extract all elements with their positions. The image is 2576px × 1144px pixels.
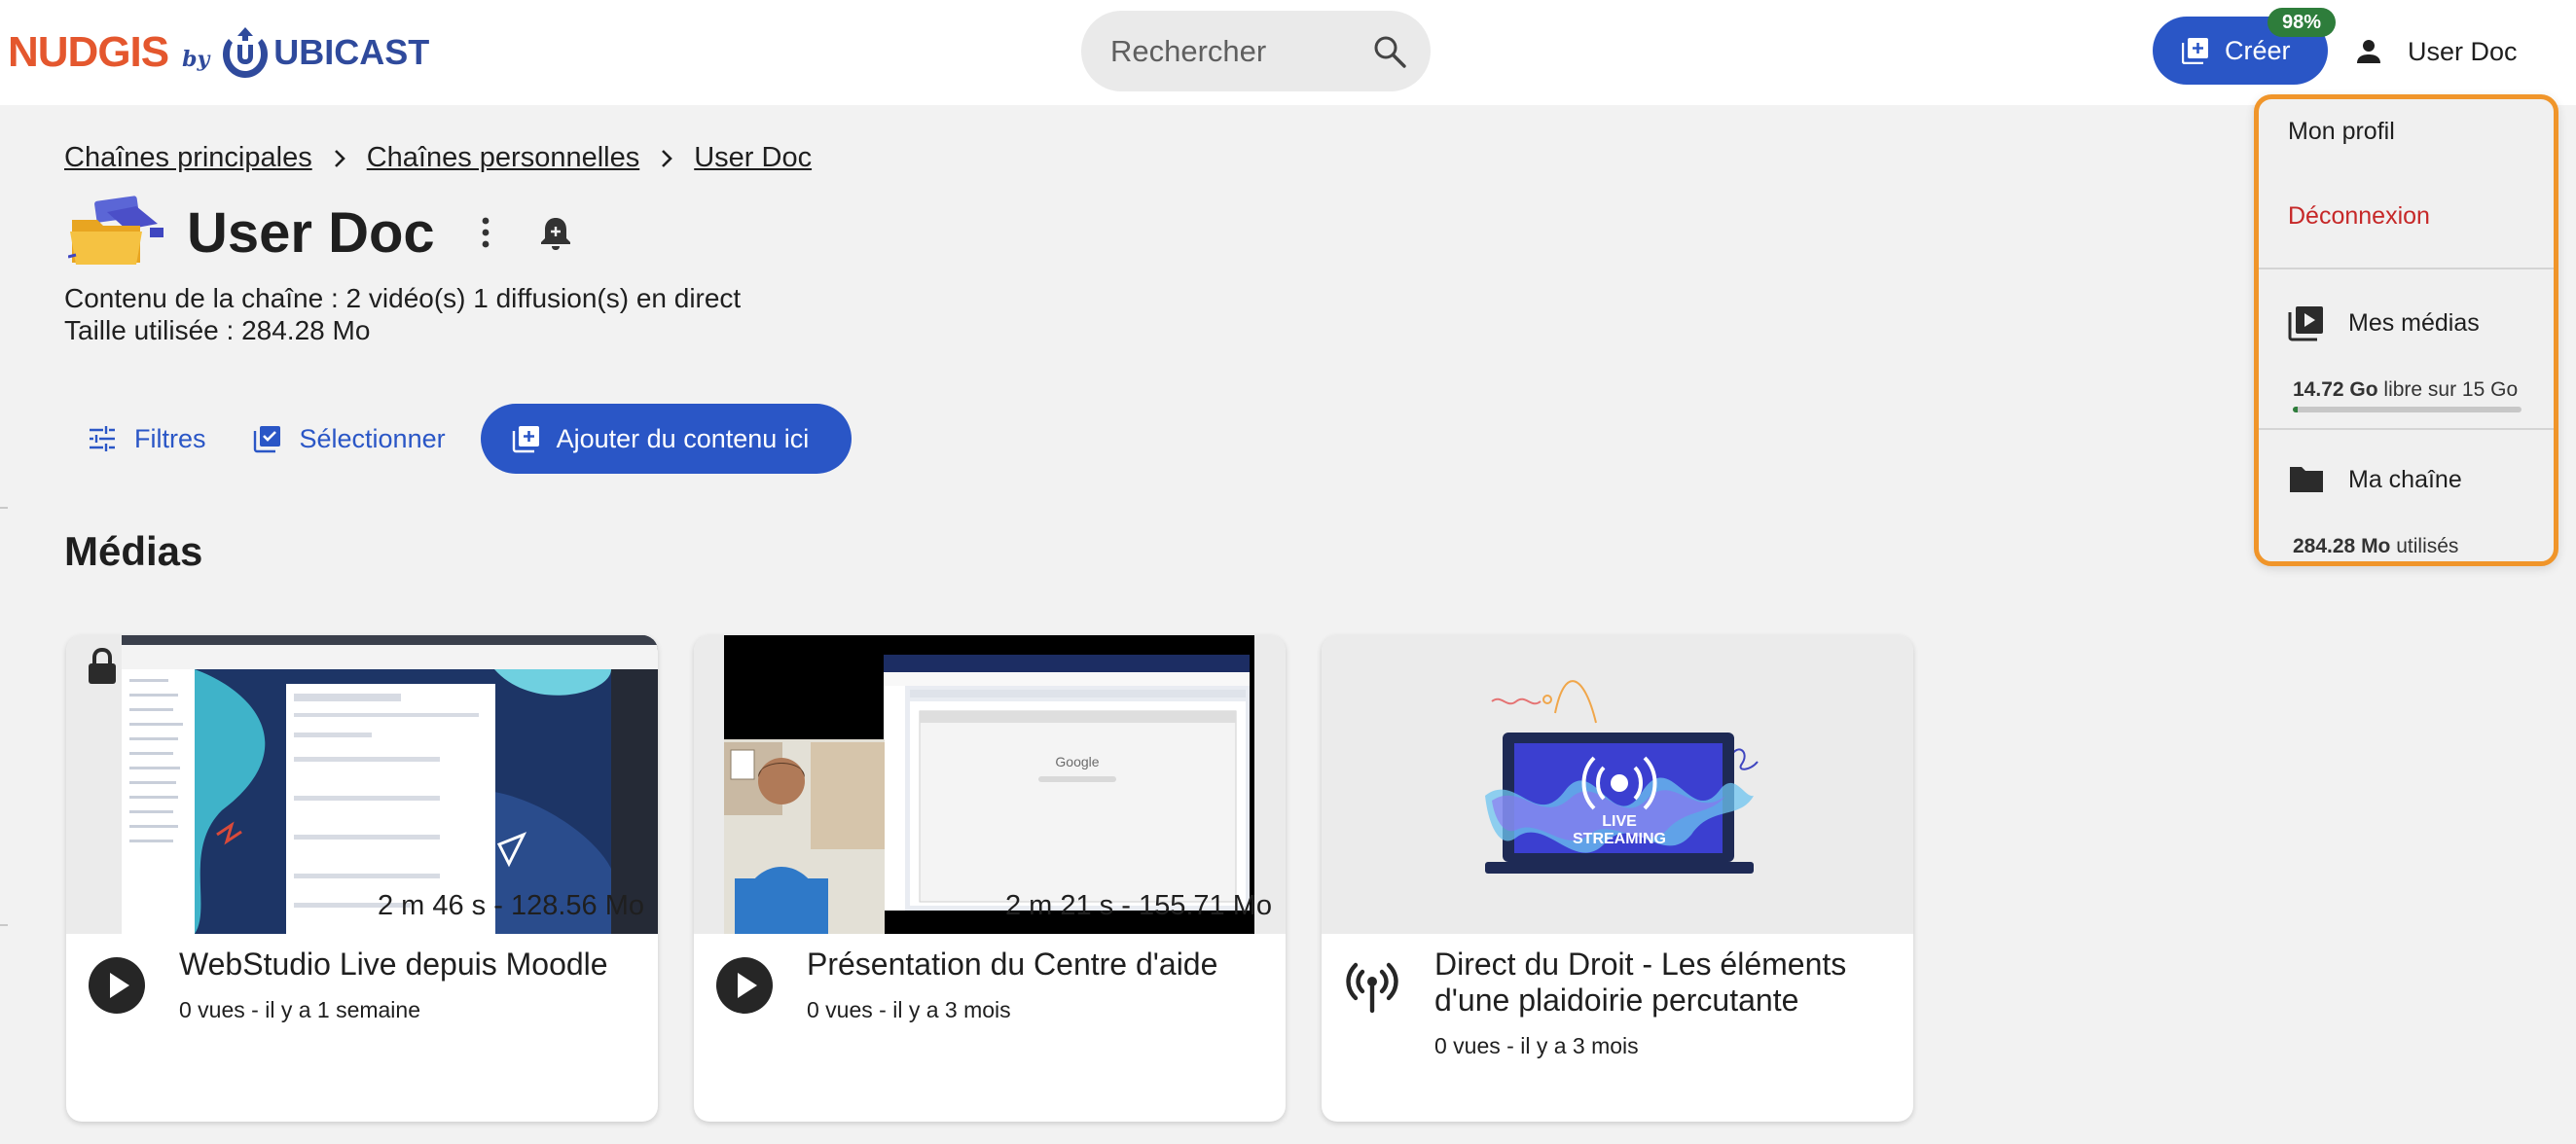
add-content-label: Ajouter du contenu ici (556, 423, 810, 453)
logo-by: by (182, 47, 210, 72)
screen-recording-thumbnail (66, 635, 658, 934)
menu-item-logout[interactable]: Déconnexion (2259, 202, 2554, 231)
media-quota-suffix: libre sur 15 Go (2377, 378, 2519, 401)
media-meta: 0 vues - il y a 3 mois (1434, 1033, 1639, 1058)
menu-item-my-channel[interactable]: Ma chaîne (2288, 461, 2462, 498)
ubicast-mark-icon (223, 27, 269, 78)
channel-actions: Filtres Sélectionner Ajouter du contenu … (64, 404, 853, 474)
media-quota-text: 14.72 Go libre sur 15 Go (2293, 378, 2518, 402)
media-quota-bar (2293, 407, 2522, 412)
media-meta: 0 vues - il y a 3 mois (807, 997, 1011, 1022)
my-media-label: Mes médias (2348, 308, 2480, 337)
media-thumbnail[interactable]: Google 2 m 21 s - 155.71 Mo (694, 635, 1286, 934)
menu-divider (2259, 428, 2554, 430)
channel-usage-value: 284.28 Mo (2293, 535, 2391, 557)
media-title[interactable]: Présentation du Centre d'aide (807, 947, 1264, 983)
folder-icon (2290, 467, 2323, 492)
add-box-icon (512, 426, 539, 453)
video-library-icon (2288, 306, 2323, 341)
menu-divider (2259, 268, 2554, 269)
media-thumbnail[interactable]: 2 m 46 s - 128.56 Mo (66, 635, 658, 934)
media-quota-value: 14.72 Go (2293, 378, 2378, 401)
user-dropdown-menu: Mon profil Déconnexion Mes médias 14.72 … (2254, 94, 2558, 566)
media-card[interactable]: LIVE STREAMING Direct du Droit - Les élé… (1322, 635, 1913, 1122)
page-title: User Doc (187, 200, 435, 265)
quota-badge: 98% (2268, 8, 2336, 37)
help-center-thumbnail: Google (694, 635, 1286, 934)
user-menu-button[interactable]: User Doc (2353, 25, 2518, 78)
play-icon[interactable] (715, 956, 774, 1015)
nudgis-logo[interactable]: NUDGIS by UBICAST (8, 23, 429, 82)
media-title[interactable]: WebStudio Live depuis Moodle (179, 947, 636, 983)
menu-item-profile[interactable]: Mon profil (2259, 118, 2554, 146)
select-label: Sélectionner (299, 423, 446, 453)
chevron-right-icon (662, 149, 673, 167)
logo-brand: NUDGIS (8, 28, 169, 76)
svg-text:STREAMING: STREAMING (1573, 831, 1666, 847)
search-icon[interactable] (1372, 34, 1407, 69)
media-duration: 2 m 21 s - 155.71 Mo (1004, 890, 1272, 921)
live-broadcast-icon[interactable] (1343, 956, 1401, 1015)
channel-usage-suffix: utilisés (2390, 535, 2459, 557)
media-duration: 2 m 46 s - 128.56 Mo (377, 890, 644, 921)
select-button[interactable]: Sélectionner (230, 404, 469, 474)
svg-text:Google: Google (1055, 754, 1099, 769)
media-title[interactable]: Direct du Droit - Les éléments d'une pla… (1434, 947, 1892, 1019)
folder-illustration-icon (68, 196, 163, 265)
edge-divider (0, 507, 8, 509)
create-label: Créer (2225, 35, 2291, 65)
lock-icon (89, 647, 116, 684)
logo-company: UBICAST (273, 32, 430, 72)
edge-divider (0, 924, 8, 926)
svg-text:LIVE: LIVE (1602, 813, 1637, 830)
search-input[interactable]: Rechercher (1110, 34, 1372, 69)
media-thumbnail[interactable]: LIVE STREAMING (1322, 635, 1913, 934)
add-content-button[interactable]: Ajouter du contenu ici (480, 404, 853, 474)
live-streaming-thumbnail: LIVE STREAMING (1322, 635, 1913, 934)
media-quota-bar-fill (2293, 407, 2298, 412)
breadcrumb-link-personal-channels[interactable]: Chaînes personnelles (367, 142, 640, 174)
media-card[interactable]: Google 2 m 21 s - 155.71 Mo Présentation… (694, 635, 1286, 1122)
chevron-right-icon (334, 149, 345, 167)
user-name: User Doc (2408, 36, 2518, 66)
top-header: NUDGIS by UBICAST Rechercher Créer 98% U… (0, 0, 2576, 105)
filters-label: Filtres (134, 423, 206, 453)
select-checkbox-icon (253, 426, 280, 453)
menu-item-my-media[interactable]: Mes médias (2288, 304, 2480, 341)
play-icon[interactable] (88, 956, 146, 1015)
channel-info: Contenu de la chaîne : 2 vidéo(s) 1 diff… (64, 282, 741, 346)
channel-heading: User Doc (68, 195, 575, 270)
breadcrumb-link-user-channel[interactable]: User Doc (694, 142, 812, 174)
section-title-media: Médias (64, 528, 203, 574)
channel-usage-text: 284.28 Mo utilisés (2293, 535, 2458, 558)
breadcrumb-link-main-channels[interactable]: Chaînes principales (64, 142, 312, 174)
media-meta: 0 vues - il y a 1 semaine (179, 997, 421, 1022)
channel-content-count: Contenu de la chaîne : 2 vidéo(s) 1 diff… (64, 283, 742, 313)
media-card[interactable]: 2 m 46 s - 128.56 Mo WebStudio Live depu… (66, 635, 658, 1122)
add-box-icon (2182, 38, 2208, 64)
channel-size-used: Taille utilisée : 284.28 Mo (64, 315, 371, 345)
notification-bell-icon[interactable] (536, 213, 575, 252)
person-icon (2357, 40, 2380, 63)
tune-icon (90, 426, 115, 451)
more-vertical-icon[interactable] (468, 211, 503, 254)
breadcrumb: Chaînes principales Chaînes personnelles… (64, 142, 812, 174)
my-channel-label: Ma chaîne (2348, 465, 2462, 493)
filters-button[interactable]: Filtres (64, 404, 230, 474)
search-box[interactable]: Rechercher (1081, 11, 1431, 91)
